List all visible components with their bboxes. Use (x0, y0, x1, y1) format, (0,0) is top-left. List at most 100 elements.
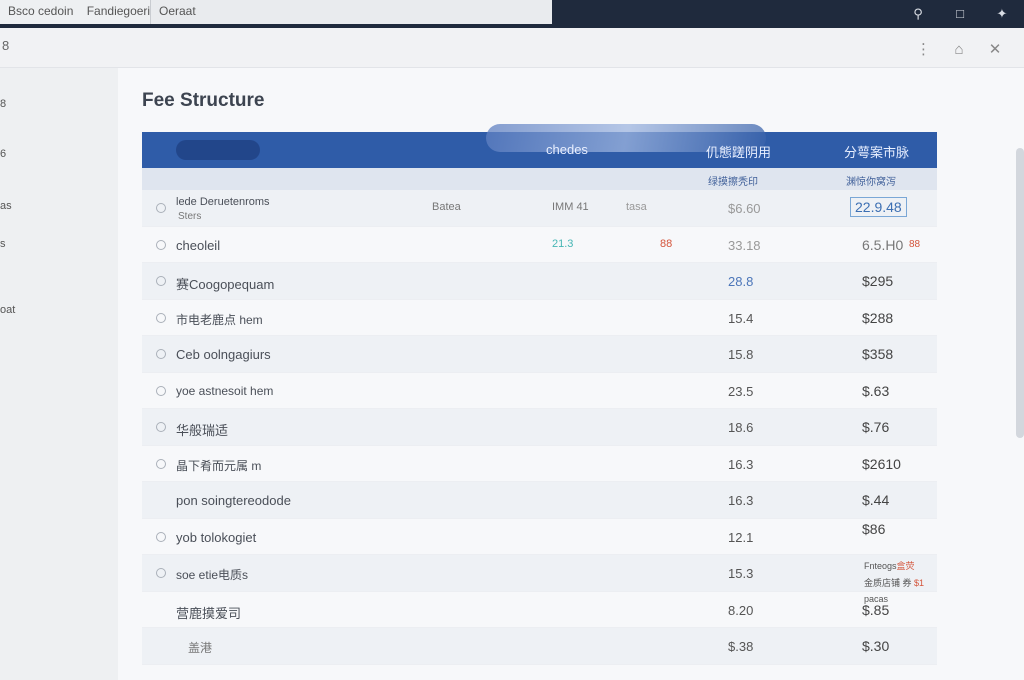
row-value: $.38 (728, 639, 754, 654)
table-row[interactable]: 赛Coogopequam 28.8 $295 (142, 263, 937, 300)
note-2-text: 金质店铺 券 (864, 578, 912, 588)
row-name: 赛Coogopequam (176, 277, 275, 292)
header-col-2[interactable]: 仉態蹉阴用 (706, 142, 771, 161)
row-col-1: Batea (432, 201, 461, 213)
row-name: yoe astnesoit hem (176, 383, 274, 398)
row-value: 16.3 (728, 493, 754, 508)
price-note-2: 金质店铺 券 $1 (864, 576, 924, 589)
header-col-1[interactable]: chedes (546, 142, 588, 157)
table-row[interactable]: Ceb oolngagiurs 15.8 $358 (142, 336, 937, 373)
row-radio[interactable] (156, 458, 166, 469)
row-radio[interactable] (156, 239, 166, 250)
more-options-icon[interactable]: ⋮ (916, 42, 931, 58)
row-radio[interactable] (156, 203, 166, 213)
tab-1[interactable]: Bsco cedoin Fandiegoeri (0, 0, 150, 24)
subheader-col-2: 渊惊你窝泻 (846, 177, 896, 188)
row-col-3: tasa (626, 201, 647, 213)
table-row[interactable]: pon soingtereodode 16.3 $.44 (142, 482, 937, 519)
app-window: 8 ⋮ ⌂ ✕ 8 6 as s oat Fee Structure chede… (0, 28, 1024, 680)
sidebar-item-2[interactable]: 6 (0, 148, 6, 160)
note-1-red: 盒荧 (896, 561, 915, 571)
row-radio[interactable] (156, 276, 166, 286)
row-name: 盖港 (188, 641, 213, 655)
row-col-2: 21.3 (552, 237, 574, 250)
row-value: $6.60 (728, 201, 761, 216)
table-row[interactable]: lede Deruetenroms Sters Batea IMM 41 tas… (142, 190, 937, 227)
price-note-3: pacas (864, 594, 889, 604)
row-value: 23.5 (728, 383, 754, 399)
row-col-3: 88 (660, 237, 673, 250)
scrollbar[interactable] (1016, 148, 1024, 438)
row-name: yob tolokogiet (176, 529, 257, 545)
row-radio[interactable] (156, 422, 166, 432)
main-content: Fee Structure chedes 仉態蹉阴用 分萼案市脉 绿摸擦秃印 渊… (118, 68, 1024, 680)
row-radio[interactable] (156, 312, 166, 323)
row-price: $2610 (862, 455, 901, 472)
row-sub: Sters (178, 211, 202, 222)
close-icon[interactable]: ✕ (988, 42, 1002, 58)
tab-1-label: Bsco cedoin (8, 4, 74, 18)
row-value: 8.20 (728, 602, 754, 618)
table-row[interactable]: yob tolokogiet 12.1 $86 (142, 519, 937, 555)
sidebar-item-4[interactable]: s (0, 238, 6, 250)
tab-3-label: Oeraat (159, 4, 196, 18)
pin-icon[interactable]: ✦ (994, 6, 1010, 22)
row-price-input[interactable]: 22.9.48 (850, 197, 907, 217)
row-name: 华般瑞适 (176, 423, 229, 438)
row-price: $86 (862, 520, 886, 537)
table-subheader: 绿摸擦秃印 渊惊你窝泻 (142, 168, 937, 190)
tab-3[interactable]: Oeraat (150, 0, 552, 24)
sidebar: 8 6 as s oat (0, 68, 118, 680)
row-name: 市电老鹿点 hem (176, 312, 263, 327)
note-1-text: Fnteogs (864, 561, 897, 571)
price-note-1: Fnteogs盒荧 (864, 559, 915, 572)
table-row[interactable]: 华般瑞适 18.6 $.76 (142, 409, 937, 446)
row-price: $.44 (862, 492, 890, 508)
table-row[interactable]: 营鹿摸爱司 8.20 $.85 (142, 592, 937, 628)
row-value: 12.1 (728, 529, 754, 545)
row-value: 15.3 (728, 566, 754, 581)
header-left-mark: 8 (2, 38, 10, 53)
row-value: 15.4 (728, 310, 754, 326)
note-2-red: $1 (914, 578, 925, 588)
row-price: $358 (862, 346, 894, 362)
window-icon[interactable]: □ (952, 6, 968, 22)
row-price: 6.5.H0 (862, 236, 904, 253)
sidebar-item-5[interactable]: oat (0, 304, 15, 316)
row-col-2: IMM 41 (552, 201, 589, 213)
home-icon[interactable]: ⌂ (952, 42, 966, 58)
row-radio[interactable] (156, 385, 166, 396)
table-header: chedes 仉態蹉阴用 分萼案市脉 (142, 124, 937, 168)
row-radio[interactable] (156, 568, 166, 578)
sidebar-item-3[interactable]: as (0, 200, 12, 212)
table-row[interactable]: soe etie电质s 15.3 (142, 555, 937, 592)
tab-2-label: Fandiegoeri (86, 4, 151, 18)
row-name: soe etie电质s (176, 568, 249, 582)
header-col-3[interactable]: 分萼案市脉 (844, 142, 909, 161)
search-icon[interactable]: ⚲ (910, 6, 926, 22)
table-row[interactable]: cheoleil 21.3 88 33.18 6.5.H0 88 (142, 227, 937, 263)
fee-table: chedes 仉態蹉阴用 分萼案市脉 绿摸擦秃印 渊惊你窝泻 lede Deru… (142, 124, 937, 665)
row-value: 16.3 (728, 456, 754, 472)
row-value: 18.6 (728, 420, 754, 435)
table-row[interactable]: 市电老鹿点 hem 15.4 $288 (142, 300, 937, 336)
window-controls: ⋮ ⌂ ✕ (916, 42, 1002, 58)
row-value: 28.8 (728, 274, 754, 289)
window-header: 8 ⋮ ⌂ ✕ (0, 28, 1024, 68)
row-value: 15.8 (728, 347, 754, 362)
header-redaction (176, 140, 260, 160)
row-price: $295 (862, 273, 894, 289)
toolbar-icons: ⚲ □ ✦ (910, 6, 1010, 22)
sidebar-item-1[interactable]: 8 (0, 98, 6, 110)
table-row[interactable]: 盖港 $.38 $.30 (142, 628, 937, 665)
row-name: 晶下肴而元属 m (176, 458, 262, 473)
row-radio[interactable] (156, 349, 166, 359)
row-radio[interactable] (156, 531, 166, 542)
row-price: $.30 (862, 638, 890, 654)
table-row[interactable]: 晶下肴而元属 m 16.3 $2610 (142, 446, 937, 482)
table-row[interactable]: yoe astnesoit hem 23.5 $.63 (142, 373, 937, 409)
row-tag: 88 (909, 238, 921, 250)
row-price: $288 (862, 309, 894, 326)
row-name: cheoleil (176, 237, 221, 253)
row-price: $.63 (862, 382, 890, 399)
